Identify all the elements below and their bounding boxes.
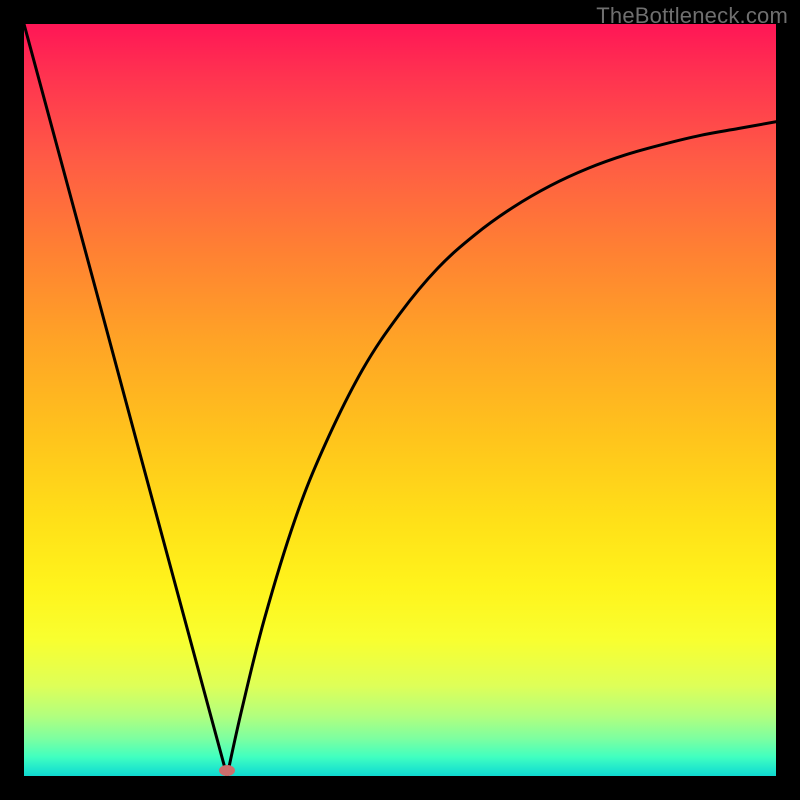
minimum-marker [219, 765, 235, 776]
bottleneck-curve [24, 24, 776, 776]
chart-frame: TheBottleneck.com [0, 0, 800, 800]
plot-area [24, 24, 776, 776]
curve-svg [24, 24, 776, 776]
